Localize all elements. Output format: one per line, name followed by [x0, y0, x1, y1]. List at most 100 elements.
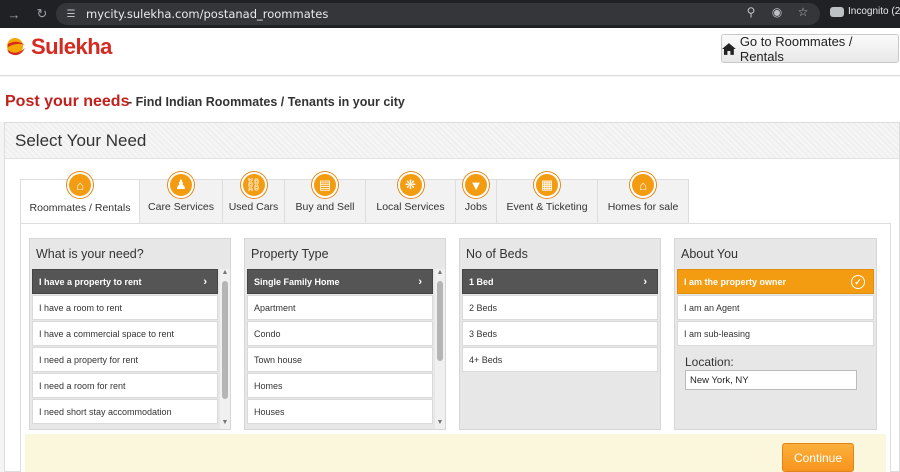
page-title: Post your needs: [5, 93, 130, 110]
property-option[interactable]: Homes: [247, 373, 433, 398]
need-heading: What is your need?: [36, 247, 144, 261]
chevron-right-icon: ›: [203, 275, 207, 288]
tab-label: Used Cars: [228, 201, 279, 213]
logo-mark-icon: [7, 38, 25, 56]
tab-homes-for-sale[interactable]: ⌂ Homes for sale: [597, 172, 689, 223]
beds-option[interactable]: 3 Beds: [462, 321, 658, 346]
property-list[interactable]: Single Family Home › Apartment Condo Tow…: [245, 269, 445, 429]
go-button-label: Go to Roommates / Rentals: [739, 33, 853, 64]
beds-option[interactable]: 1 Bed ›: [462, 269, 658, 294]
location-input[interactable]: [685, 370, 857, 390]
tab-local-services[interactable]: ❋ Local Services: [365, 172, 456, 223]
beds-column: No of Beds 1 Bed › 2 Beds 3 Beds 4+ Beds: [459, 238, 661, 430]
site-info-icon[interactable]: ☰: [62, 9, 80, 20]
page-subtitle: - Find Indian Roommates / Tenants in you…: [128, 95, 405, 109]
option-label: I am the property owner: [684, 276, 787, 287]
option-label: 4+ Beds: [469, 354, 503, 365]
address-bar[interactable]: ☰ mycity.sulekha.com/postanad_roommates …: [56, 3, 820, 25]
tab-label: Care Services: [148, 201, 214, 213]
need-option[interactable]: I have a room to rent: [32, 295, 218, 320]
forward-icon[interactable]: →: [4, 4, 24, 24]
property-option[interactable]: Single Family Home ›: [247, 269, 433, 294]
about-option[interactable]: I am sub-leasing: [677, 321, 874, 346]
form-footer: Continue: [25, 434, 886, 472]
tab-care-services[interactable]: ♟ Care Services: [139, 172, 223, 223]
scroll-down-icon[interactable]: ▼: [220, 419, 230, 429]
chevron-right-icon: ›: [418, 275, 422, 288]
car-icon: ⛓: [240, 172, 267, 198]
home-icon: ⌂: [630, 172, 656, 198]
location-label: Location:: [685, 355, 734, 369]
compass-icon: ❋: [397, 172, 424, 198]
option-label: 1 Bed: [469, 276, 494, 287]
option-label: Houses: [254, 406, 285, 417]
reload-icon[interactable]: ↻: [32, 4, 52, 24]
calendar-icon: ▦: [534, 172, 560, 198]
option-label: Single Family Home: [254, 276, 340, 287]
option-label: I have a room to rent: [39, 302, 123, 313]
url-text[interactable]: mycity.sulekha.com/postanad_roommates: [86, 7, 328, 21]
chevron-right-icon: ›: [643, 275, 647, 288]
property-option[interactable]: Town house: [247, 347, 433, 372]
scroll-down-icon[interactable]: ▼: [435, 419, 445, 429]
about-option[interactable]: I am an Agent: [677, 295, 874, 320]
home-icon: [722, 42, 736, 55]
scroll-thumb[interactable]: [222, 281, 228, 399]
incognito-indicator[interactable]: Incognito (2): [830, 6, 900, 17]
beds-list[interactable]: 1 Bed › 2 Beds 3 Beds 4+ Beds: [460, 269, 660, 429]
tab-jobs[interactable]: ▼ Jobs: [455, 172, 497, 223]
need-option[interactable]: I need a room for rent: [32, 373, 218, 398]
option-label: Condo: [254, 328, 281, 339]
tie-icon: ▼: [463, 172, 489, 198]
about-list[interactable]: I am the property owner ✓ I am an Agent …: [675, 269, 876, 429]
zoom-icon[interactable]: ⚲: [744, 5, 758, 19]
incognito-icon: [830, 6, 844, 17]
option-label: I am an Agent: [684, 302, 740, 313]
tab-label: Event & Ticketing: [506, 201, 588, 213]
tab-label: Roommates / Rentals: [29, 202, 131, 214]
about-heading: About You: [681, 247, 739, 261]
go-to-roommates-button[interactable]: Go to Roommates / Rentals: [721, 33, 899, 64]
post-header: Post your needs - Find Indian Roommates …: [0, 77, 900, 122]
property-option[interactable]: Condo: [247, 321, 433, 346]
browser-toolbar: → ↻ ☰ mycity.sulekha.com/postanad_roomma…: [0, 0, 900, 28]
beds-option[interactable]: 4+ Beds: [462, 347, 658, 372]
need-list[interactable]: I have a property to rent › I have a roo…: [30, 269, 230, 429]
property-type-column: Property Type Single Family Home › Apart…: [244, 238, 446, 430]
option-label: 3 Beds: [469, 328, 498, 339]
about-option[interactable]: I am the property owner ✓: [677, 269, 874, 294]
need-option[interactable]: I need a property for rent: [32, 347, 218, 372]
panel-title: Select Your Need: [15, 131, 147, 150]
need-option[interactable]: I have a property to rent ›: [32, 269, 218, 294]
need-column: What is your need? I have a property to …: [29, 238, 231, 430]
option-label: I have a property to rent: [39, 276, 142, 287]
need-option[interactable]: I have a commercial space to rent: [32, 321, 218, 346]
option-label: I need short stay accommodation: [39, 406, 172, 417]
option-label: Apartment: [254, 302, 296, 313]
property-option[interactable]: Houses: [247, 399, 433, 424]
select-need-panel: Select Your Need ⌂ Roommates / Rentals ♟…: [4, 122, 900, 472]
option-label: I am sub-leasing: [684, 328, 751, 339]
star-icon[interactable]: ☆: [796, 5, 810, 19]
continue-button[interactable]: Continue: [782, 443, 854, 472]
tab-label: Homes for sale: [607, 201, 679, 213]
category-tabs: ⌂ Roommates / Rentals ♟ Care Services ⛓ …: [20, 172, 689, 224]
beds-option[interactable]: 2 Beds: [462, 295, 658, 320]
tab-buy-and-sell[interactable]: ▤ Buy and Sell: [284, 172, 366, 223]
need-option[interactable]: I need short stay accommodation: [32, 399, 218, 424]
scroll-up-icon[interactable]: ▲: [435, 269, 445, 279]
need-scrollbar[interactable]: ▲ ▼: [220, 269, 230, 429]
tab-roommates-rentals[interactable]: ⌂ Roommates / Rentals: [20, 172, 140, 224]
option-label: 2 Beds: [469, 302, 498, 313]
tab-used-cars[interactable]: ⛓ Used Cars: [222, 172, 285, 223]
tab-content: What is your need? I have a property to …: [20, 223, 891, 472]
tab-event-ticketing[interactable]: ▦ Event & Ticketing: [496, 172, 598, 223]
tab-label: Local Services: [376, 201, 445, 213]
property-option[interactable]: Apartment: [247, 295, 433, 320]
about-you-column: About You I am the property owner ✓ I am…: [674, 238, 877, 430]
scroll-up-icon[interactable]: ▲: [220, 269, 230, 279]
sulekha-logo[interactable]: Sulekha: [5, 34, 112, 60]
scroll-thumb[interactable]: [437, 281, 443, 361]
eye-off-icon[interactable]: ◉: [770, 5, 784, 19]
property-scrollbar[interactable]: ▲ ▼: [435, 269, 445, 429]
